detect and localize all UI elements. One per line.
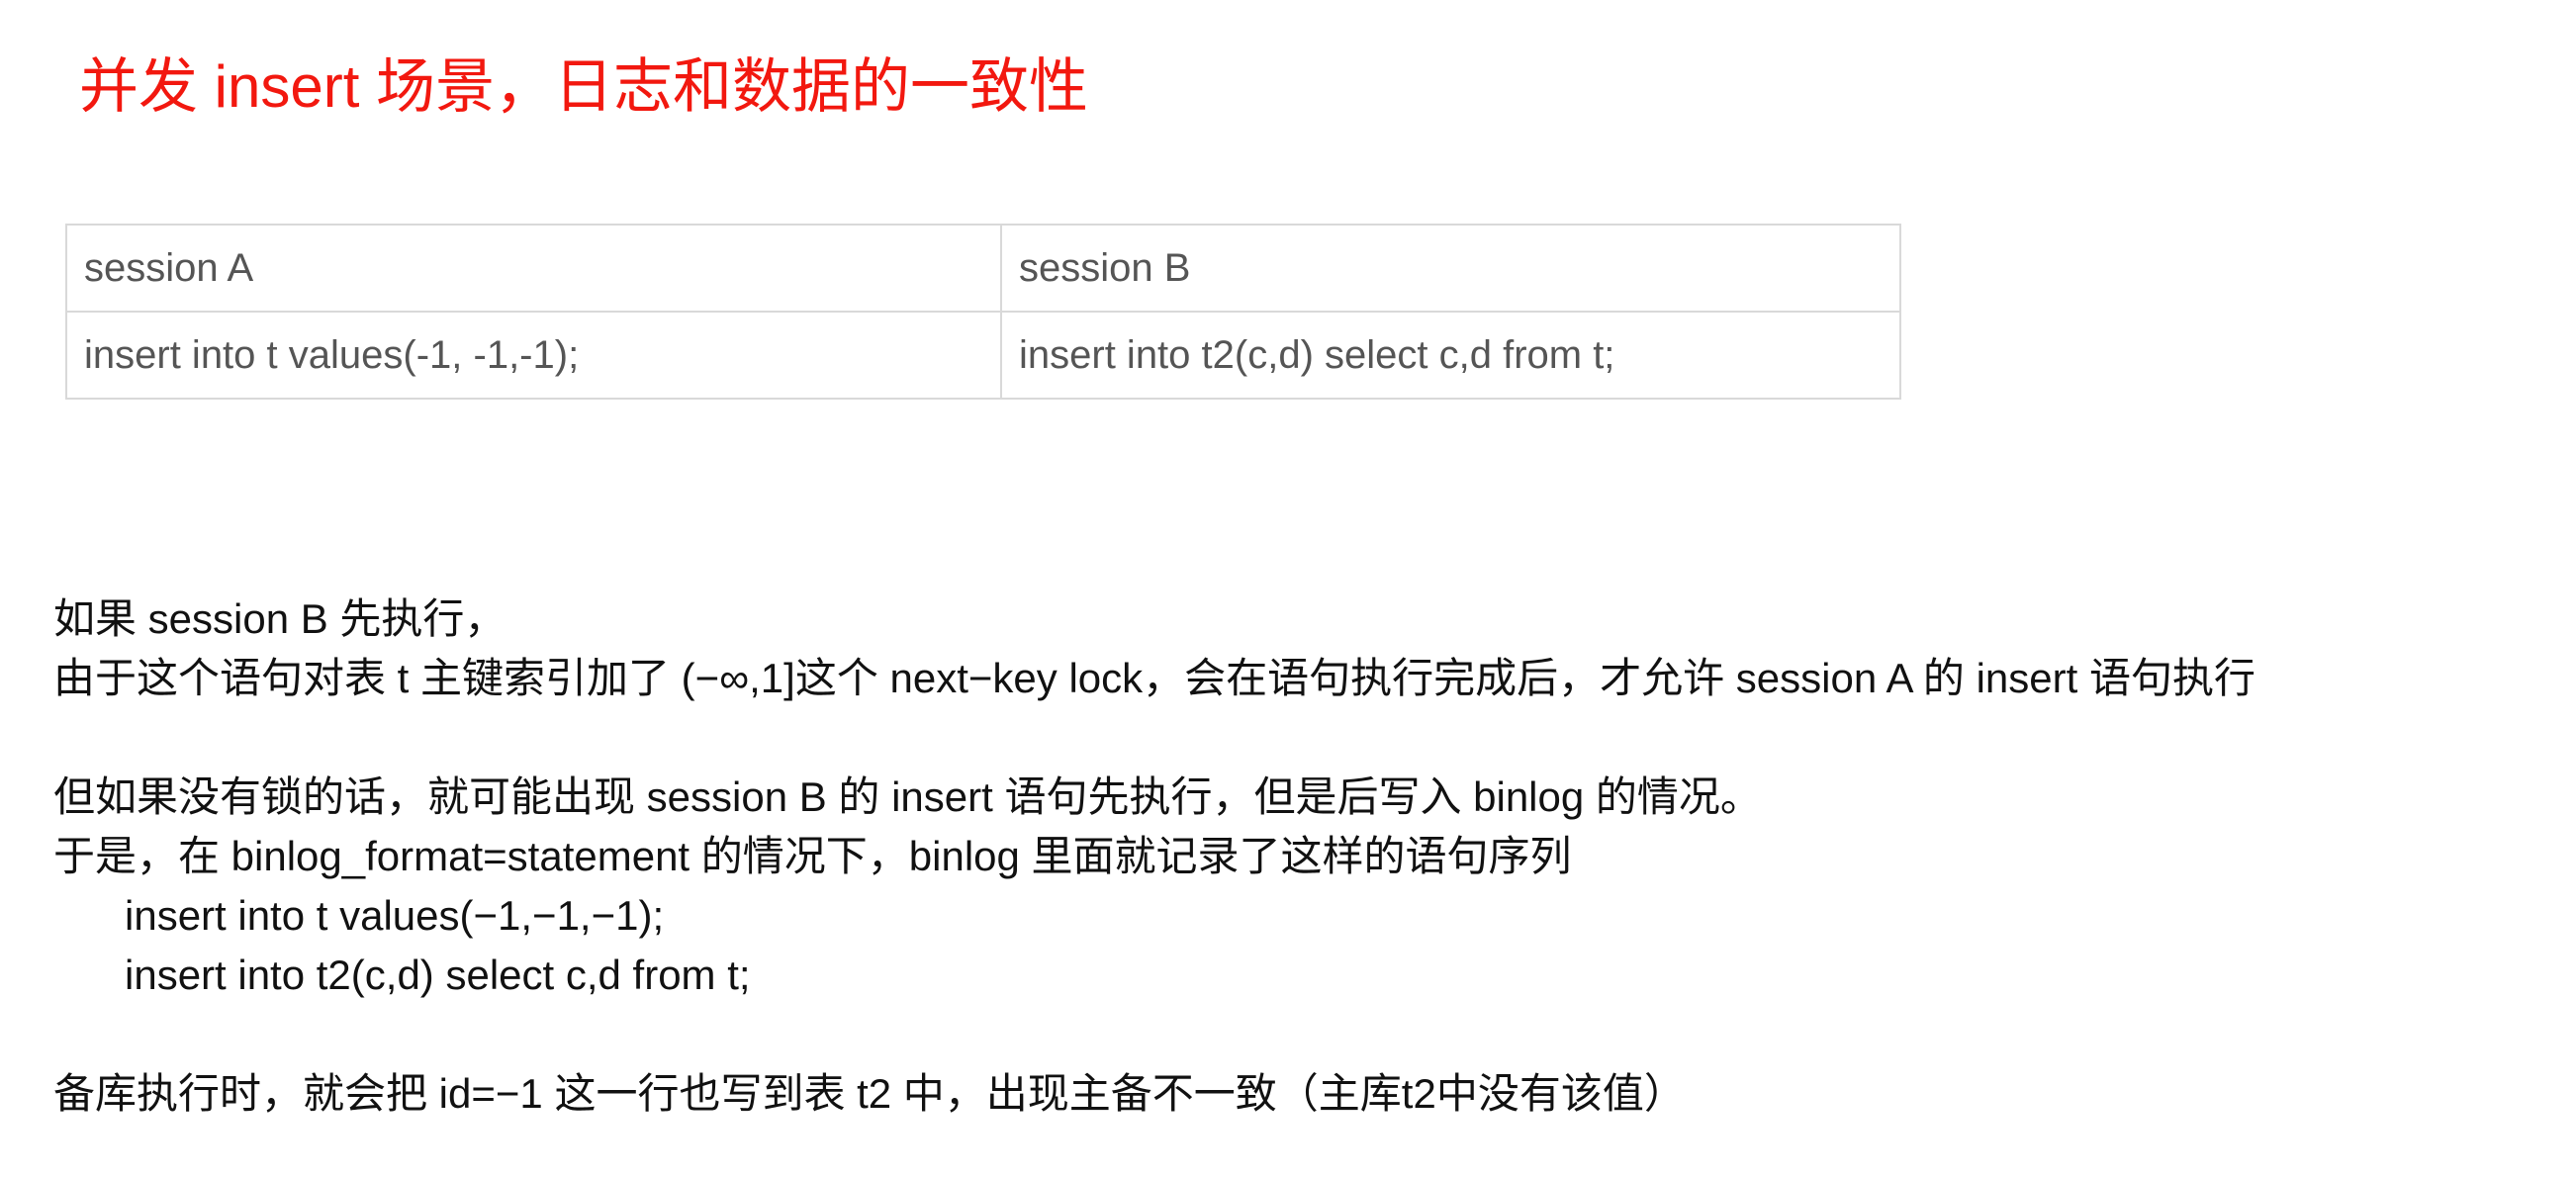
cell-session-a-statement: insert into t values(-1, -1,-1); (65, 311, 1002, 400)
paragraph-line: 于是，在 binlog_format=statement 的情况下，binlog… (53, 833, 1572, 879)
paragraph-line: 如果 session B 先执行， (53, 595, 506, 642)
session-table: session A session B insert into t values… (65, 224, 1901, 400)
header-session-b: session B (1000, 224, 1901, 313)
paragraph-line: 但如果没有锁的话，就可能出现 session B 的 insert 语句先执行，… (53, 773, 1762, 820)
code-line: insert into t values(−1,−1,−1); (125, 892, 665, 939)
page-title: 并发 insert 场景，日志和数据的一致性 (79, 53, 1089, 120)
paragraph-line: 由于这个语句对表 t 主键索引加了 (−∞,1]这个 next−key lock… (53, 655, 2255, 701)
paragraph-line: 备库执行时，就会把 id=−1 这一行也写到表 t2 中，出现主备不一致（主库t… (53, 1070, 1686, 1117)
cell-session-b-statement: insert into t2(c,d) select c,d from t; (1000, 311, 1901, 400)
code-line: insert into t2(c,d) select c,d from t; (125, 952, 751, 998)
explanation-text: 如果 session B 先执行， 由于这个语句对表 t 主键索引加了 (−∞,… (53, 590, 2255, 1124)
table-row: insert into t values(-1, -1,-1); insert … (65, 311, 1901, 400)
table-header-row: session A session B (65, 224, 1901, 313)
header-session-a: session A (65, 224, 1002, 313)
